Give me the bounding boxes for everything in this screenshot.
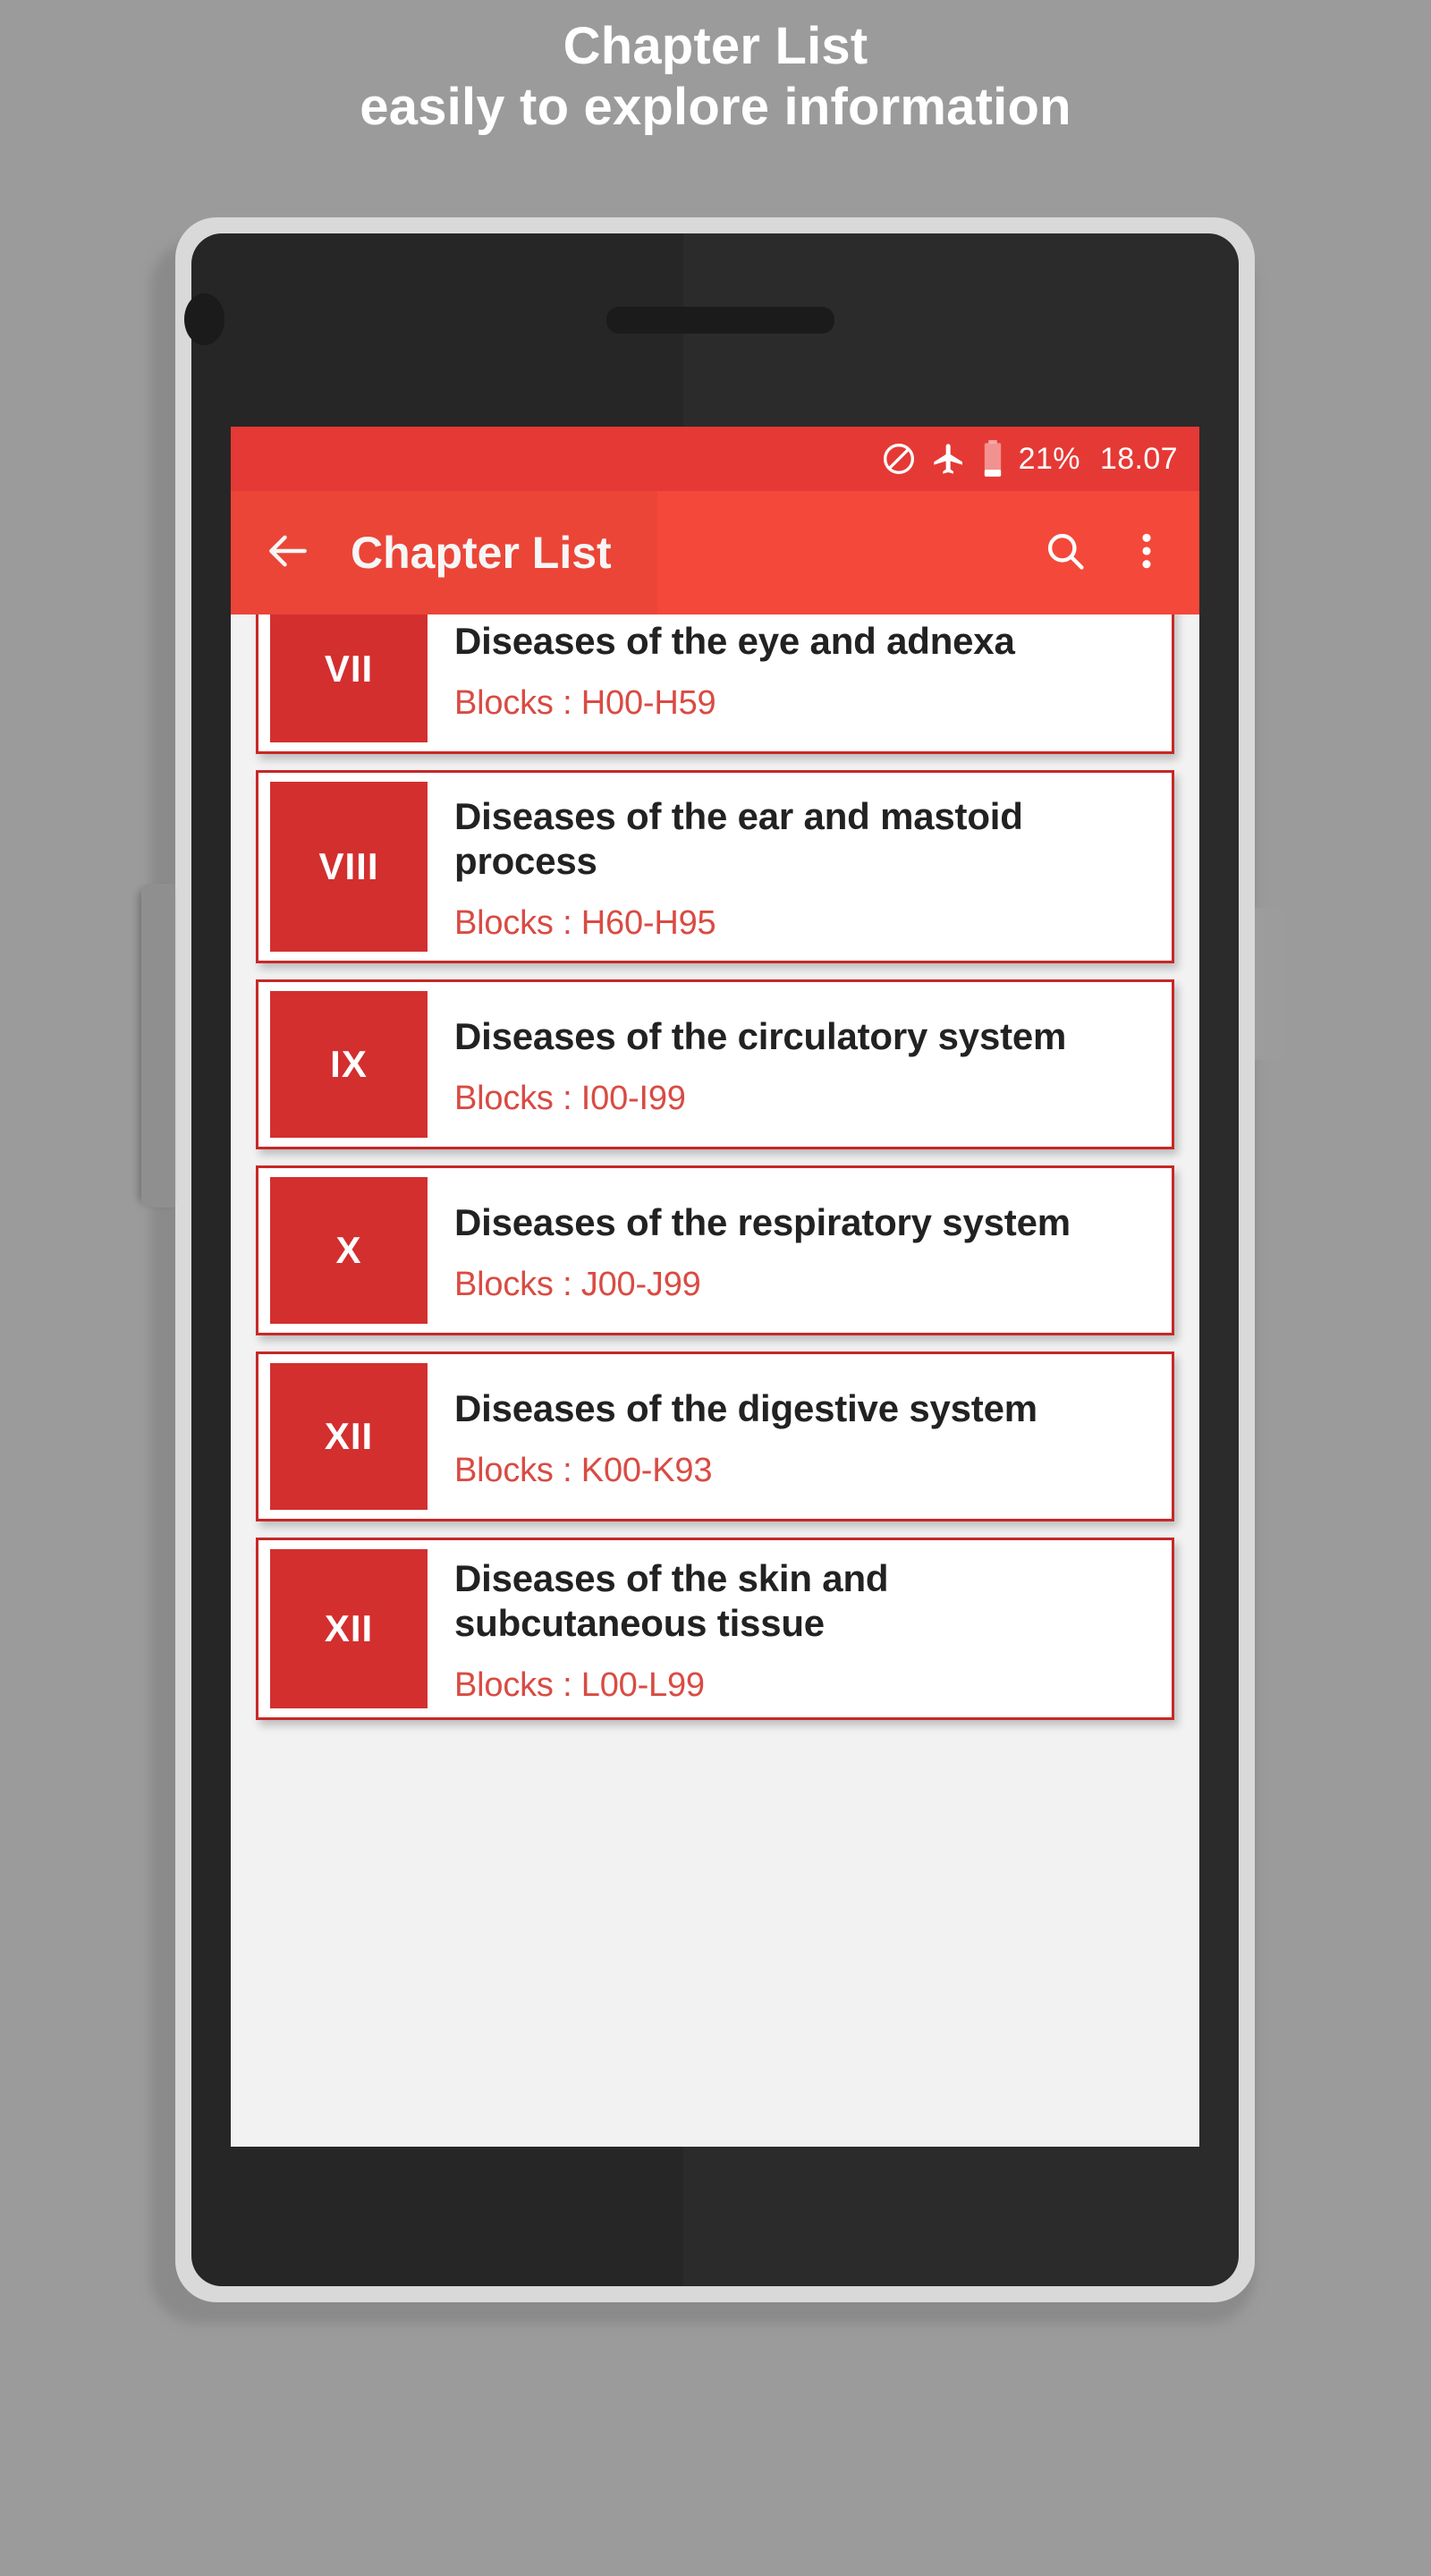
do-not-disturb-icon	[881, 441, 917, 477]
power-button[interactable]	[1255, 908, 1284, 1060]
app-bar: Chapter List	[231, 491, 1199, 614]
battery-percentage: 21%	[1018, 441, 1080, 476]
list-item-content: Diseases of the digestive system Blocks …	[428, 1354, 1172, 1519]
clock: 18.07	[1099, 441, 1178, 476]
chapter-title: Diseases of the digestive system	[454, 1386, 1037, 1429]
chapter-blocks: Blocks : H00-H59	[454, 684, 716, 723]
status-bar: 21% 18.07	[231, 427, 1199, 491]
chapter-blocks: Blocks : I00-I99	[454, 1080, 686, 1118]
chapter-title: Diseases of the respiratory system	[454, 1200, 1071, 1243]
page-title: Chapter List	[351, 528, 612, 578]
earpiece-speaker-icon	[606, 307, 834, 334]
list-item[interactable]: XII Diseases of the skin and subcutaneou…	[256, 1538, 1174, 1721]
list-item-content: Diseases of the respiratory system Block…	[428, 1168, 1172, 1333]
chapter-title: Diseases of the skin and subcutaneous ti…	[454, 1557, 889, 1644]
battery-icon	[981, 439, 1004, 479]
volume-button-lower[interactable]	[141, 1163, 175, 1208]
back-arrow-icon[interactable]	[263, 526, 313, 580]
list-item[interactable]: XII Diseases of the digestive system Blo…	[256, 1352, 1174, 1522]
chapter-numeral-badge: X	[270, 1177, 428, 1325]
list-item[interactable]: IX Diseases of the circulatory system Bl…	[256, 979, 1174, 1150]
chapter-blocks: Blocks : K00-K93	[454, 1452, 713, 1490]
list-item-content: Diseases of the ear and mastoid process …	[428, 773, 1172, 961]
chapter-numeral-badge: VII	[270, 596, 428, 742]
chapter-blocks: Blocks : L00-L99	[454, 1666, 705, 1705]
volume-button[interactable]	[141, 884, 175, 1199]
list-item[interactable]: VIII Diseases of the ear and mastoid pro…	[256, 770, 1174, 964]
more-options-icon[interactable]	[1126, 528, 1167, 579]
chapter-blocks: Blocks : J00-J99	[454, 1266, 701, 1304]
promo-line-1: Chapter List	[563, 17, 868, 75]
chapter-title: Diseases of the eye and adnexa	[454, 619, 1015, 662]
chapter-blocks: Blocks : H60-H95	[454, 904, 716, 943]
app-screen: 21% 18.07 Chapter List VII Diseases of t…	[231, 427, 1199, 2147]
search-icon[interactable]	[1042, 528, 1088, 579]
promo-line-2: easily to explore information	[360, 77, 1071, 136]
chapter-title: Diseases of the circulatory system	[454, 1014, 1067, 1057]
airplane-mode-icon	[931, 441, 967, 477]
front-camera-icon	[184, 293, 224, 345]
list-item-content: Diseases of the skin and subcutaneous ti…	[428, 1540, 1172, 1717]
chapter-numeral-badge: VIII	[270, 782, 428, 953]
list-item-content: Diseases of the circulatory system Block…	[428, 982, 1172, 1147]
promo-heading: Chapter List easily to explore informati…	[0, 16, 1431, 138]
chapter-title: Diseases of the ear and mastoid process	[454, 795, 1023, 882]
chapter-list[interactable]: VII Diseases of the eye and adnexa Block…	[231, 584, 1199, 1721]
chapter-numeral-badge: XII	[270, 1549, 428, 1709]
list-item[interactable]: X Diseases of the respiratory system Blo…	[256, 1165, 1174, 1336]
chapter-numeral-badge: IX	[270, 991, 428, 1139]
chapter-numeral-badge: XII	[270, 1363, 428, 1511]
